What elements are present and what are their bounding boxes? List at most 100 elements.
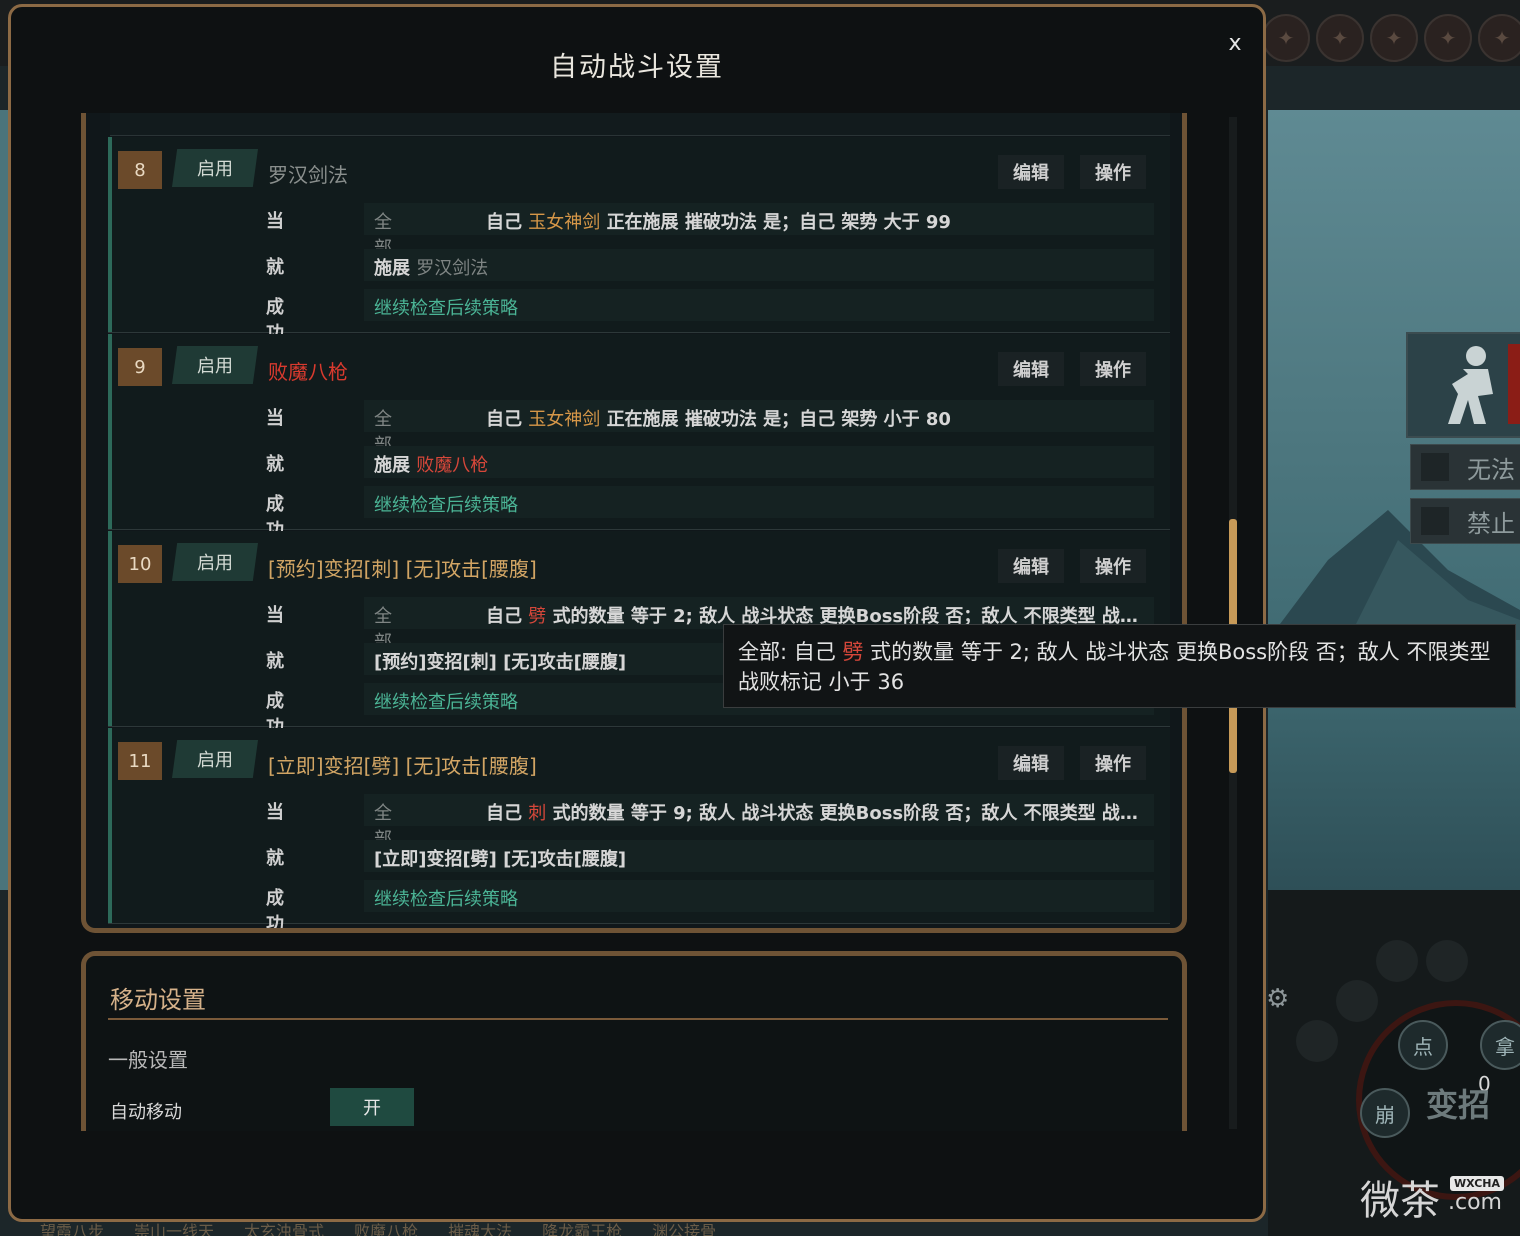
skill-icon[interactable]: ✦	[1424, 14, 1472, 62]
enable-toggle[interactable]: 启用	[172, 149, 258, 187]
wheel-center-label: 变招	[1426, 1086, 1491, 1124]
enable-toggle[interactable]: 启用	[172, 740, 258, 778]
cond-prefix: 自己	[486, 212, 522, 233]
watermark: 微茶	[1360, 1178, 1440, 1224]
strategy-name: 罗汉剑法	[268, 163, 348, 187]
action-prefix: 施展	[374, 455, 410, 476]
when-label: 当	[266, 802, 284, 823]
skill-icon[interactable]: ✦	[1478, 14, 1520, 62]
skill-icon[interactable]: ✦	[1316, 14, 1364, 62]
auto-battle-dialog: 自动战斗设置 x 8 启用 罗汉剑法 编辑 操作 当 全部 自己 玉女神剑 正在…	[8, 4, 1266, 1222]
auto-move-label: 自动移动	[110, 1102, 182, 1123]
action-text: [立即]变招[劈] [无]攻击[腰腹]	[374, 849, 627, 870]
operate-button[interactable]: 操作	[1080, 549, 1146, 583]
followup-text: 继续检查后续策略	[374, 495, 518, 516]
tooltip-line-2: 战败标记 小于 36	[738, 670, 905, 694]
portrait-mark	[1508, 344, 1520, 424]
then-label: 就	[266, 651, 284, 672]
cond-highlight: 刺	[528, 803, 547, 824]
when-label: 当	[266, 605, 284, 626]
skill-icon[interactable]: ✦	[1262, 14, 1310, 62]
row-accent	[108, 728, 112, 923]
condition-text: 自己 玉女神剑 正在施展 摧破功法 是；自己 架势 大于 99	[486, 208, 951, 234]
strategy-list: 8 启用 罗汉剑法 编辑 操作 当 全部 自己 玉女神剑 正在施展 摧破功法 是…	[81, 113, 1187, 933]
strategy-number: 9	[118, 348, 162, 386]
cond-prefix: 自己	[486, 803, 522, 824]
side-option[interactable]: 无法	[1410, 444, 1520, 490]
cond-prefix: 自己	[486, 606, 522, 627]
auto-move-toggle[interactable]: 开	[330, 1088, 414, 1126]
row-accent	[108, 137, 112, 332]
cond-suffix: 正在施展 摧破功法 是；自己 架势 大于 99	[606, 212, 951, 233]
general-settings-heading: 一般设置	[108, 1048, 188, 1072]
strategy-row: 11 启用 [立即]变招[劈] [无]攻击[腰腹] 编辑 操作 当 全部 自己 …	[108, 728, 1170, 928]
side-option-label: 禁止	[1467, 509, 1515, 538]
operate-button[interactable]: 操作	[1080, 746, 1146, 780]
cond-suffix: 式的数量 等于 9; 敌人 战斗状态 更换Boss阶段 否；敌人 不限类型 战…	[552, 803, 1138, 824]
watermark-domain: .com	[1448, 1190, 1502, 1215]
movement-title: 移动设置	[110, 986, 206, 1014]
edit-button[interactable]: 编辑	[998, 746, 1064, 780]
after-label: 成功后	[266, 888, 284, 933]
slot[interactable]	[1376, 940, 1418, 982]
action-skill: 罗汉剑法	[416, 258, 489, 279]
fighter-icon	[1448, 346, 1493, 424]
tooltip-suffix: 式的数量 等于 2; 敌人 战斗状态 更换Boss阶段 否；敌人 不限类型	[870, 640, 1491, 664]
then-label: 就	[266, 257, 284, 278]
followup-text: 继续检查后续策略	[374, 298, 518, 319]
strategy-row: 9 启用 败魔八枪 编辑 操作 当 全部 自己 玉女神剑 正在施展 摧破功法 是…	[108, 334, 1170, 567]
side-option-label: 无法	[1467, 455, 1515, 484]
followup-text: 继续检查后续策略	[374, 889, 518, 910]
movement-settings: 移动设置 一般设置 自动移动 开	[81, 951, 1187, 1131]
strategy-name: 败魔八枪	[268, 360, 348, 384]
followup-text: 继续检查后续策略	[374, 692, 518, 713]
operate-button[interactable]: 操作	[1080, 352, 1146, 386]
condition-text: 自己 刺 式的数量 等于 9; 敌人 战斗状态 更换Boss阶段 否；敌人 不限…	[486, 799, 1138, 825]
strategy-row: 8 启用 罗汉剑法 编辑 操作 当 全部 自己 玉女神剑 正在施展 摧破功法 是…	[108, 137, 1170, 370]
gear-icon[interactable]: ⚙	[1266, 984, 1298, 1020]
slot[interactable]	[1426, 940, 1468, 982]
action-text: 施展 败魔八枪	[374, 451, 488, 477]
close-button[interactable]: x	[1223, 31, 1247, 59]
then-label: 就	[266, 454, 284, 475]
cond-suffix: 正在施展 摧破功法 是；自己 架势 小于 80	[606, 409, 951, 430]
skill-icon-bar: ✦ ✦ ✦ ✦ ✦	[1262, 14, 1520, 62]
action-text: [预约]变招[刺] [无]攻击[腰腹]	[374, 652, 627, 673]
wheel-button[interactable]: 崩	[1360, 1088, 1410, 1138]
cond-prefix: 自己	[486, 409, 522, 430]
strategy-name: [立即]变招[劈] [无]攻击[腰腹]	[268, 754, 537, 778]
then-label: 就	[266, 848, 284, 869]
edit-button[interactable]: 编辑	[998, 549, 1064, 583]
action-prefix: 施展	[374, 258, 410, 279]
enable-toggle[interactable]: 启用	[172, 346, 258, 384]
condition-tooltip: 全部: 自己 劈 式的数量 等于 2; 敌人 战斗状态 更换Boss阶段 否；敌…	[723, 624, 1516, 708]
skill-icon[interactable]: ✦	[1370, 14, 1418, 62]
when-label: 当	[266, 211, 284, 232]
row-accent	[108, 531, 112, 726]
enable-toggle[interactable]: 启用	[172, 543, 258, 581]
edit-button[interactable]: 编辑	[998, 352, 1064, 386]
when-label: 当	[266, 408, 284, 429]
strategy-name: [预约]变招[刺] [无]攻击[腰腹]	[268, 557, 537, 581]
condition-text: 自己 玉女神剑 正在施展 摧破功法 是；自己 架势 小于 80	[486, 405, 951, 431]
tooltip-prefix: 全部: 自己	[738, 640, 836, 664]
strategy-number: 10	[118, 545, 162, 583]
slot[interactable]	[1296, 1020, 1338, 1062]
tooltip-highlight: 劈	[842, 640, 864, 664]
strategy-number: 11	[118, 742, 162, 780]
row-accent	[108, 334, 112, 529]
side-option[interactable]: 禁止	[1410, 498, 1520, 544]
checkbox[interactable]	[1421, 453, 1449, 481]
wheel-button[interactable]: 点	[1398, 1020, 1448, 1070]
edit-button[interactable]: 编辑	[998, 155, 1064, 189]
cond-highlight: 劈	[528, 606, 547, 627]
tooltip-line-1: 全部: 自己 劈 式的数量 等于 2; 敌人 战斗状态 更换Boss阶段 否；敌…	[738, 637, 1501, 667]
action-skill: 败魔八枪	[416, 455, 489, 476]
divider	[108, 1018, 1168, 1020]
checkbox[interactable]	[1421, 507, 1449, 535]
strategy-row-partial	[110, 113, 1170, 136]
watermark-badge: WXCHA	[1450, 1176, 1505, 1191]
dialog-title: 自动战斗设置	[550, 52, 724, 83]
enemy-portrait	[1406, 332, 1520, 438]
operate-button[interactable]: 操作	[1080, 155, 1146, 189]
